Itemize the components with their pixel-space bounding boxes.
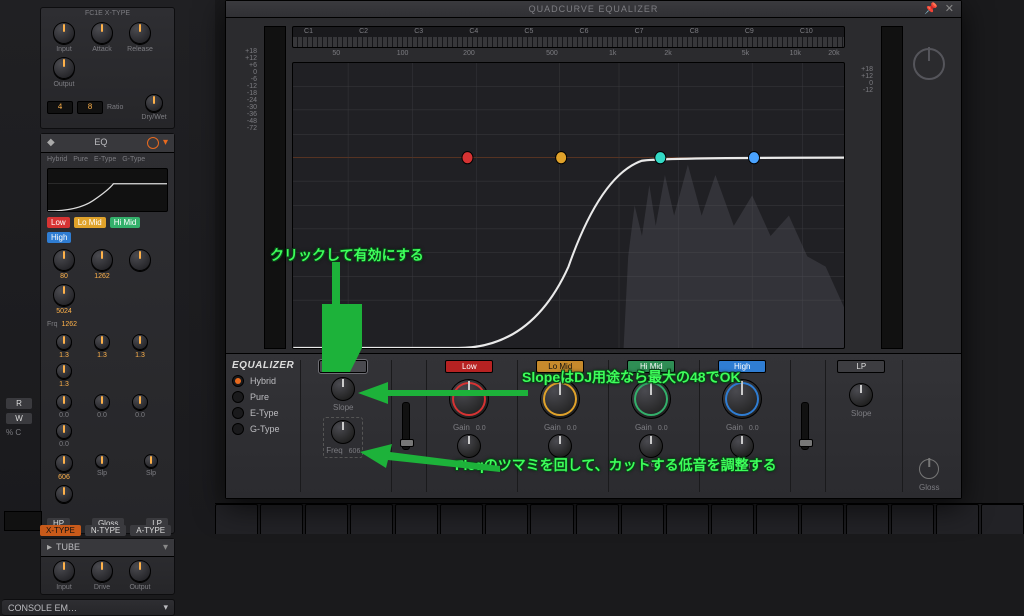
piano-ruler: C1C2C3C4C5C6C7C8C9C10: [292, 26, 845, 48]
tube-drive[interactable]: Drive: [85, 560, 119, 591]
lp-mix-slider[interactable]: [801, 402, 809, 450]
rack-band-low-knob[interactable]: 80: [47, 249, 81, 280]
tab-xtype[interactable]: X-TYPE: [40, 525, 81, 536]
pin-icon[interactable]: 📌: [924, 2, 939, 15]
db-scale-left: +18+12+60-6-12-18-24-30-36-48-72: [239, 26, 257, 154]
quadcurve-eq-window: QUADCURVE EQUALIZER 📌 ✕ +18+12+60-6-12-1…: [225, 0, 962, 499]
rack-mode-pure[interactable]: Pure: [73, 156, 88, 163]
rack-band-high-knob[interactable]: 5024: [47, 284, 81, 315]
console-name: CONSOLE EM…: [8, 603, 77, 613]
rack-lvl4[interactable]: 0.0: [47, 423, 81, 448]
side-r[interactable]: R: [6, 398, 32, 409]
hp-mix-slider[interactable]: [402, 402, 410, 450]
lomid-tab[interactable]: Lo Mid: [536, 360, 584, 373]
panel-power-icon[interactable]: [919, 459, 939, 479]
hp-tab[interactable]: HP: [319, 360, 367, 373]
hp-slope-knob[interactable]: [331, 377, 355, 401]
mode-pure[interactable]: Pure: [232, 391, 294, 403]
rack-lvl1[interactable]: 0.0: [47, 394, 81, 419]
plugin-power-icon[interactable]: [913, 48, 945, 80]
rack-lvl2[interactable]: 0.0: [85, 394, 119, 419]
rack-q4[interactable]: 1.3: [47, 363, 81, 388]
rack-eq-graph[interactable]: [47, 168, 168, 212]
db-scale-right: +18+120-12: [855, 26, 873, 134]
band-himid-tag[interactable]: Hi Mid: [110, 217, 141, 228]
power-icon[interactable]: [147, 137, 159, 149]
output-knob[interactable]: Output: [47, 57, 81, 88]
side-w[interactable]: W: [6, 413, 32, 424]
rack-lp-knob[interactable]: [47, 485, 81, 512]
attack-knob[interactable]: Attack: [85, 22, 119, 53]
tab-atype[interactable]: A-TYPE: [130, 525, 171, 536]
mode-gtype[interactable]: G-Type: [232, 423, 294, 435]
tube-input[interactable]: Input: [47, 560, 81, 591]
rack-lvl3[interactable]: 0.0: [123, 394, 157, 419]
rack-slp-knob[interactable]: Slp: [85, 454, 119, 477]
gloss-label: Gloss: [919, 483, 939, 492]
lp-tab[interactable]: LP: [837, 360, 885, 373]
high-tab[interactable]: High: [718, 360, 766, 373]
himid-tab[interactable]: Hi Mid: [627, 360, 675, 373]
node-high: [748, 152, 759, 164]
high-freq-knob[interactable]: [730, 434, 754, 458]
low-freq-knob[interactable]: [457, 434, 481, 458]
plugin-title: QUADCURVE EQUALIZER: [529, 4, 659, 14]
rack-tube-name: TUBE: [56, 542, 159, 552]
mini-meters: [4, 511, 42, 531]
ratio-a[interactable]: 4: [47, 101, 73, 114]
band-low-tag[interactable]: Low: [47, 217, 70, 228]
freq-axis: 501002005001k2k5k10k20k: [292, 50, 845, 60]
lomid-freq-knob[interactable]: [548, 434, 572, 458]
band-lomid-tag[interactable]: Lo Mid: [74, 217, 106, 228]
menu-icon[interactable]: ▾: [163, 602, 168, 613]
mixer-background: [215, 503, 1024, 534]
tube-output[interactable]: Output: [123, 560, 157, 591]
equalizer-panel: EQUALIZER Hybrid Pure E-Type G-Type HP S…: [226, 353, 961, 498]
high-gain-knob[interactable]: [722, 379, 762, 419]
menu-icon[interactable]: ▾: [163, 542, 168, 553]
input-meter: [264, 26, 286, 349]
hp-freq-knob[interactable]: [331, 420, 355, 444]
ratio-b[interactable]: 8: [77, 101, 103, 114]
rack-q1[interactable]: 1.3: [47, 334, 81, 359]
mode-etype[interactable]: E-Type: [232, 407, 294, 419]
himid-gain-knob[interactable]: [631, 379, 671, 419]
tab-ntype[interactable]: N-TYPE: [85, 525, 126, 536]
rack-mode-gtype[interactable]: G-Type: [122, 156, 145, 163]
low-gain-knob[interactable]: [449, 379, 489, 419]
rack-mode-hybrid[interactable]: Hybrid: [47, 156, 67, 163]
drywet-knob[interactable]: Dry/Wet: [140, 94, 168, 121]
low-tab[interactable]: Low: [445, 360, 493, 373]
mode-hybrid[interactable]: Hybrid: [232, 375, 294, 387]
band-high-tag[interactable]: High: [47, 232, 71, 243]
side-pct: % C: [6, 428, 32, 437]
rack-slp2-knob[interactable]: Slp: [134, 454, 168, 477]
rack-mode-etype[interactable]: E-Type: [94, 156, 116, 163]
rack-band-himid-knob[interactable]: [123, 249, 157, 273]
rack-band-lomid-knob[interactable]: 1262: [85, 249, 119, 280]
node-low: [462, 152, 473, 164]
device-rack: FC1E X-TYPE Input Attack Release Output …: [0, 0, 215, 534]
himid-freq-knob[interactable]: [639, 434, 663, 458]
expand-icon[interactable]: ◆: [47, 137, 55, 148]
lomid-gain-knob[interactable]: [540, 379, 580, 419]
rack-q2[interactable]: 1.3: [85, 334, 119, 359]
lp-slope-knob[interactable]: [849, 383, 873, 407]
menu-icon[interactable]: ▾: [163, 137, 168, 148]
plugin-titlebar[interactable]: QUADCURVE EQUALIZER 📌 ✕: [226, 1, 961, 18]
rack-eq-name: EQ: [59, 137, 143, 147]
expand-icon[interactable]: ▸: [47, 542, 52, 553]
input-knob[interactable]: Input: [47, 22, 81, 53]
rack-hp-knob[interactable]: 606: [47, 454, 81, 481]
node-himid: [655, 152, 666, 164]
close-icon[interactable]: ✕: [945, 2, 955, 15]
compressor-type: FC1E X-TYPE: [41, 8, 174, 19]
release-knob[interactable]: Release: [123, 22, 157, 53]
output-meter: [881, 26, 903, 349]
rack-q3[interactable]: 1.3: [123, 334, 157, 359]
panel-title: EQUALIZER: [232, 360, 294, 371]
eq-response-graph[interactable]: [292, 62, 845, 349]
node-lomid: [556, 152, 567, 164]
